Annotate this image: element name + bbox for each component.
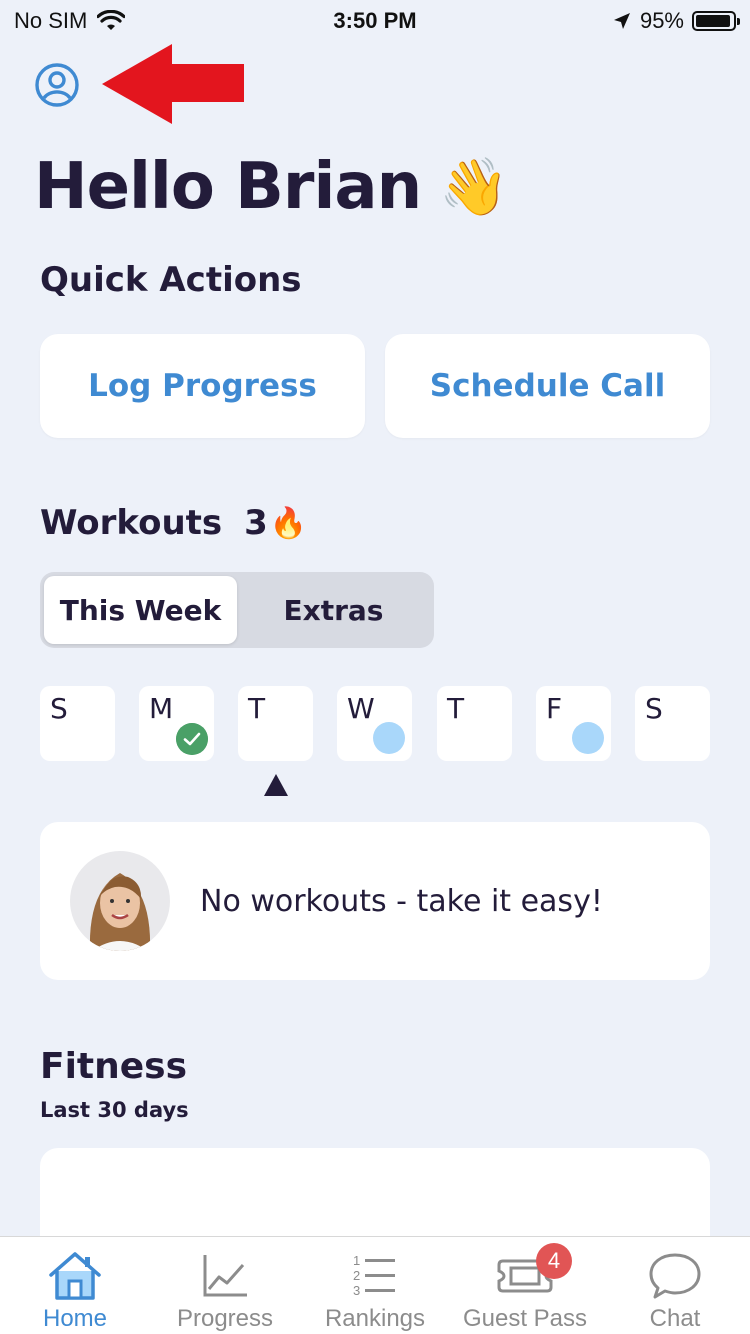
tab-this-week[interactable]: This Week bbox=[44, 576, 237, 644]
day-tuesday[interactable]: T bbox=[238, 686, 313, 761]
svg-text:1: 1 bbox=[353, 1253, 360, 1268]
red-arrow-annotation bbox=[102, 44, 244, 124]
fitness-title: Fitness bbox=[40, 1046, 188, 1087]
tab-extras[interactable]: Extras bbox=[237, 576, 430, 644]
quick-actions-title: Quick Actions bbox=[40, 260, 302, 300]
chart-line-icon bbox=[203, 1255, 247, 1297]
scheduled-dot bbox=[572, 722, 604, 754]
greeting-text: Hello Brian bbox=[34, 150, 422, 224]
day-saturday[interactable]: S bbox=[635, 686, 710, 761]
tab-label: Chat bbox=[649, 1305, 701, 1332]
svg-text:2: 2 bbox=[353, 1268, 360, 1283]
log-progress-button[interactable]: Log Progress bbox=[40, 334, 365, 438]
day-letter: T bbox=[447, 692, 465, 725]
location-arrow-icon bbox=[613, 13, 630, 29]
workouts-segmented-control: This Week Extras bbox=[40, 572, 434, 648]
fitness-subtitle: Last 30 days bbox=[40, 1098, 189, 1122]
battery-icon bbox=[692, 11, 740, 31]
workout-message: No workouts - take it easy! bbox=[200, 883, 603, 919]
coach-avatar bbox=[70, 851, 170, 951]
waving-hand-emoji: 👋 bbox=[439, 155, 509, 220]
workout-card[interactable]: No workouts - take it easy! bbox=[40, 822, 710, 980]
day-thursday[interactable]: T bbox=[437, 686, 512, 761]
user-circle-icon[interactable] bbox=[34, 62, 80, 108]
day-wednesday[interactable]: W bbox=[337, 686, 412, 761]
tab-guest-pass[interactable]: 4 Guest Pass bbox=[450, 1237, 600, 1334]
day-monday[interactable]: M bbox=[139, 686, 214, 761]
day-letter: M bbox=[149, 692, 174, 725]
svg-text:3: 3 bbox=[353, 1283, 360, 1298]
day-friday[interactable]: F bbox=[536, 686, 611, 761]
status-right: 95% bbox=[612, 8, 740, 34]
selected-day-pointer-icon bbox=[264, 774, 288, 796]
tab-label: Progress bbox=[176, 1305, 274, 1332]
day-letter: T bbox=[248, 692, 266, 725]
guest-pass-badge: 4 bbox=[536, 1243, 572, 1279]
tab-progress[interactable]: Progress bbox=[150, 1237, 300, 1334]
workouts-label: Workouts bbox=[40, 503, 223, 543]
check-icon bbox=[176, 723, 208, 755]
numbered-list-icon: 1 2 3 bbox=[353, 1253, 395, 1298]
status-bar: No SIM 3:50 PM 95% bbox=[0, 0, 750, 40]
tab-home[interactable]: Home bbox=[0, 1237, 150, 1334]
workouts-title: Workouts 3 🔥 bbox=[40, 503, 307, 543]
tab-chat[interactable]: Chat bbox=[600, 1237, 750, 1334]
battery-fill bbox=[696, 15, 731, 27]
battery-percent: 95% bbox=[639, 8, 684, 33]
greeting-heading: Hello Brian 👋 bbox=[34, 150, 509, 224]
day-letter: W bbox=[347, 692, 375, 725]
streak-counter: 3 🔥 bbox=[244, 503, 307, 543]
tab-label: Guest Pass bbox=[462, 1305, 588, 1332]
tab-label: Rankings bbox=[324, 1305, 426, 1332]
home-icon bbox=[49, 1252, 101, 1300]
tab-label: Home bbox=[42, 1305, 108, 1332]
tab-bar: Home Progress 1 2 3 Rankings 4 Guest Pas… bbox=[0, 1236, 750, 1334]
day-letter: F bbox=[546, 692, 563, 725]
streak-count: 3 bbox=[244, 503, 268, 543]
scheduled-dot bbox=[373, 722, 405, 754]
day-letter: S bbox=[645, 692, 663, 725]
schedule-call-button[interactable]: Schedule Call bbox=[385, 334, 710, 438]
chat-bubble-icon bbox=[649, 1253, 701, 1299]
day-sunday[interactable]: S bbox=[40, 686, 115, 761]
tab-rankings[interactable]: 1 2 3 Rankings bbox=[300, 1237, 450, 1334]
home-screen: No SIM 3:50 PM 95% Hello Brian 👋 Quick A… bbox=[0, 0, 750, 1334]
fire-emoji: 🔥 bbox=[269, 505, 308, 541]
day-letter: S bbox=[50, 692, 68, 725]
